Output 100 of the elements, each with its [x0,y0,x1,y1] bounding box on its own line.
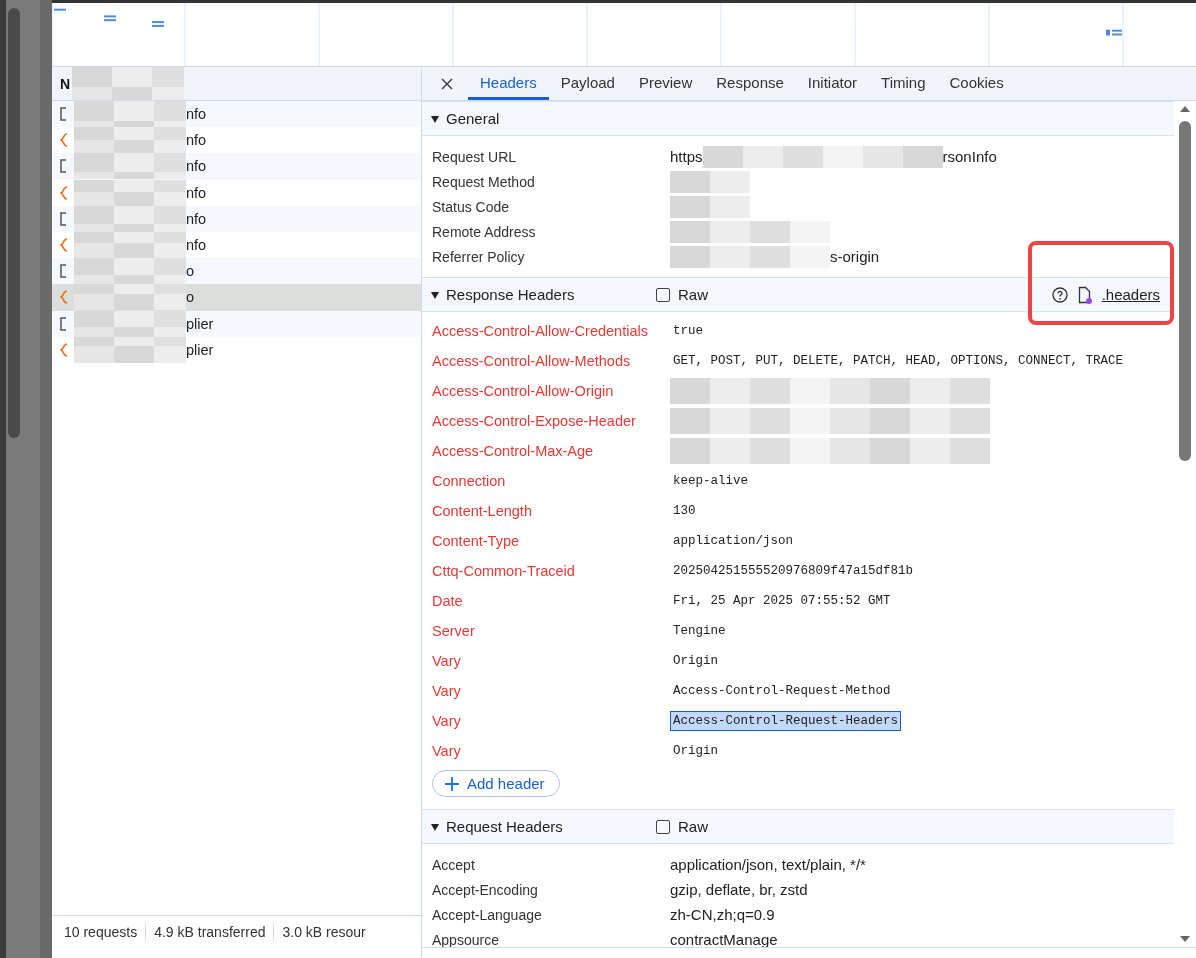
field-value: rsonInfo [942,148,997,165]
triangle-icon [430,821,440,832]
column-header[interactable]: N [60,75,71,92]
header-name: Cttq-Common-Traceid [432,563,576,579]
request-name: nfo [186,237,207,254]
tab[interactable]: Cookies [937,67,1016,100]
brace-icon [60,290,68,305]
plus-icon [445,776,459,791]
field-label: Request Method [432,173,536,190]
tab[interactable]: Initiator [795,67,870,100]
header-value: keep-alive [672,473,749,490]
scrollbar-thumb[interactable] [8,8,20,438]
header-name: Date [432,593,464,609]
add-header-button[interactable]: Add header [432,770,560,797]
document-icon [60,211,68,226]
document-icon [60,264,68,279]
header-value: zh-CN,zh;q=0.9 [670,906,775,923]
header-value: 202504251555520976809f47a15df81b [672,563,915,580]
help-icon[interactable] [1051,286,1068,303]
request-row[interactable]: nfo [52,153,421,180]
scroll-up-icon[interactable] [1179,105,1191,113]
header-name: Vary [432,743,462,759]
scroll-down-icon[interactable] [1179,935,1191,943]
field-label: Request URL [432,148,518,165]
header-value: application/json [672,533,795,550]
field-label: Remote Address [432,223,537,240]
header-name: Connection [432,473,507,489]
request-row[interactable]: o [52,258,421,285]
header-value: application/json, text/plain, */* [670,856,866,873]
header-name: Vary [432,683,462,699]
request-name: nfo [186,132,207,149]
request-row[interactable]: o [52,284,421,311]
header-name: Content-Length [432,503,533,519]
request-name: plier [186,315,214,332]
header-name: Accept-Language [432,906,543,923]
header-value: Tengine [672,623,727,640]
header-value: Fri, 25 Apr 2025 07:55:52 GMT [672,593,892,610]
headers-link[interactable]: .headers [1101,286,1160,303]
tab[interactable]: Payload [548,67,627,100]
status-text: 4.9 kB transferred [146,924,275,940]
header-value: Access-Control-Request-Method [672,683,892,700]
tab[interactable]: Response [704,67,796,100]
document-icon [60,316,68,331]
brace-icon [60,133,68,148]
header-name: Accept-Encoding [432,881,539,898]
document-icon [60,107,68,122]
header-name: Accept [432,856,476,873]
header-name: Content-Type [432,533,521,549]
header-value: GET, POST, PUT, DELETE, PATCH, HEAD, OPTIONS, CONNECT, TRACE [672,353,1125,370]
section-title: Response Headers [446,286,576,303]
request-row[interactable]: nfo [52,179,421,206]
section-header[interactable]: Request Headers Raw [422,809,1174,844]
close-icon[interactable] [440,76,454,91]
header-name: Server [432,623,476,639]
header-name: Access-Control-Max-Age [432,443,595,459]
header-name: Access-Control-Allow-Origin [432,383,615,399]
brace-icon [60,238,68,253]
field-label: Status Code [432,198,511,215]
request-name: nfo [186,184,207,201]
document-icon [60,159,68,174]
header-value: Access-Control-Request-Headers [670,711,902,731]
section-header[interactable]: General [422,101,1174,136]
section-title: Request Headers [446,818,564,835]
status-text: 10 requests [56,924,147,940]
request-row[interactable]: nfo [52,101,421,128]
scrollbar-thumb[interactable] [1179,121,1191,461]
request-row[interactable]: plier [52,310,421,337]
brace-icon [60,342,68,357]
status-text: 3.0 kB resour [281,924,367,940]
tab[interactable]: Timing [869,67,938,100]
field-value: s-origin [830,248,880,265]
request-row[interactable]: plier [52,336,421,363]
raw-checkbox[interactable]: Raw [656,818,708,835]
header-name: Appsource [432,931,500,947]
header-name: Access-Control-Allow-Methods [432,353,632,369]
request-name: nfo [186,210,207,227]
tab[interactable]: Preview [626,67,705,100]
header-value: Origin [672,653,719,670]
header-name: Vary [432,713,462,729]
header-value: gzip, deflate, br, zstd [670,881,808,898]
field-value: https [670,148,703,165]
request-row[interactable]: nfo [52,231,421,259]
header-value: 130 [672,503,697,520]
request-row[interactable]: nfo [52,205,421,232]
request-name: o [186,263,195,280]
brace-icon [60,185,68,200]
triangle-icon [430,289,440,300]
request-name: o [186,289,195,306]
header-value: true [672,323,704,340]
header-name: Vary [432,653,462,669]
field-label: Referrer Policy [432,248,526,265]
header-name: Access-Control-Allow-Credentials [432,323,649,339]
request-row[interactable]: nfo [52,127,421,154]
section-title: General [446,110,500,127]
request-name: nfo [186,158,207,175]
request-name: nfo [186,106,207,123]
triangle-icon [430,113,440,124]
raw-checkbox[interactable]: Raw [656,286,708,303]
header-name: Access-Control-Expose-Header [432,413,637,429]
header-value: Origin [672,743,719,760]
